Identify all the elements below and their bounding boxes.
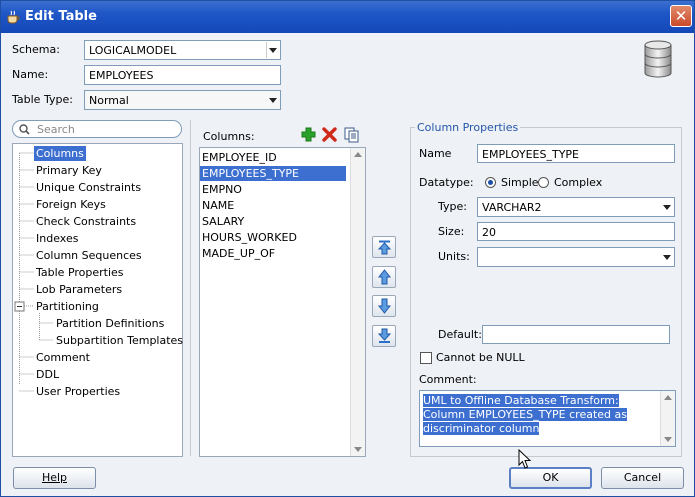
chevron-down-icon bbox=[266, 42, 279, 58]
comment-scrollbar[interactable] bbox=[660, 391, 675, 446]
nav-item-ddl[interactable]: DDL bbox=[36, 368, 59, 381]
database-icon bbox=[644, 40, 672, 78]
nav-item-table-properties[interactable]: Table Properties bbox=[36, 266, 124, 279]
table-name-value: EMPLOYEES bbox=[89, 69, 154, 82]
nav-item-user-properties[interactable]: User Properties bbox=[36, 385, 120, 398]
cancel-button[interactable]: Cancel bbox=[601, 467, 684, 489]
remove-icon[interactable] bbox=[322, 127, 337, 142]
copy-icon[interactable] bbox=[344, 127, 360, 143]
chevron-down-icon bbox=[661, 249, 673, 265]
column-item[interactable]: SALARY bbox=[202, 215, 244, 228]
nav-item-columns[interactable]: Columns bbox=[34, 146, 86, 161]
ok-button-label: OK bbox=[542, 471, 559, 484]
move-up-button[interactable] bbox=[372, 266, 396, 288]
schema-dropdown[interactable]: LOGICALMODEL bbox=[84, 40, 281, 60]
schema-value: LOGICALMODEL bbox=[89, 44, 177, 57]
type-dropdown[interactable]: VARCHAR2 bbox=[477, 197, 675, 217]
size-field[interactable]: 20 bbox=[477, 222, 675, 241]
size-label: Size: bbox=[438, 225, 465, 238]
column-item[interactable]: EMPNO bbox=[202, 183, 242, 196]
name-label: Name: bbox=[12, 68, 49, 81]
add-icon[interactable] bbox=[301, 127, 316, 142]
close-icon: ✕ bbox=[674, 7, 688, 25]
size-value: 20 bbox=[482, 226, 496, 239]
scroll-up-icon[interactable] bbox=[351, 148, 365, 162]
splitter[interactable] bbox=[190, 120, 191, 456]
nav-item-foreign-keys[interactable]: Foreign Keys bbox=[36, 198, 106, 211]
column-item[interactable]: HOURS_WORKED bbox=[202, 231, 297, 244]
column-item-selected[interactable]: EMPLOYEES_TYPE bbox=[200, 166, 346, 181]
nav-item-indexes[interactable]: Indexes bbox=[36, 232, 78, 245]
units-dropdown[interactable] bbox=[477, 247, 675, 267]
chevron-down-icon bbox=[267, 92, 279, 108]
column-name-value: EMPLOYEES_TYPE bbox=[482, 148, 579, 161]
window-title: Edit Table bbox=[25, 9, 97, 24]
type-label: Type: bbox=[438, 200, 467, 213]
nav-item-unique-constraints[interactable]: Unique Constraints bbox=[36, 181, 141, 194]
simple-label: Simple bbox=[501, 176, 539, 189]
cancel-button-label: Cancel bbox=[623, 471, 662, 484]
nav-item-primary-key[interactable]: Primary Key bbox=[36, 164, 102, 177]
nav-item-check-constraints[interactable]: Check Constraints bbox=[36, 215, 136, 228]
column-item[interactable]: MADE_UP_OF bbox=[202, 247, 275, 260]
type-value: VARCHAR2 bbox=[482, 201, 542, 214]
scroll-up-icon[interactable] bbox=[661, 391, 675, 405]
search-placeholder: Search bbox=[37, 123, 75, 136]
arrow-up-icon bbox=[377, 269, 392, 285]
complex-radio[interactable] bbox=[538, 177, 549, 188]
comment-textarea[interactable]: UML to Offline Database Transform: Colum… bbox=[419, 390, 676, 447]
table-type-label: Table Type: bbox=[12, 93, 73, 106]
nav-item-partition-definitions[interactable]: Partition Definitions bbox=[56, 317, 164, 330]
nav-item-comment[interactable]: Comment bbox=[36, 351, 90, 364]
ok-button[interactable]: OK bbox=[509, 467, 592, 489]
not-null-checkbox[interactable] bbox=[420, 352, 432, 364]
units-label: Units: bbox=[438, 250, 470, 263]
arrow-down-icon bbox=[377, 298, 392, 314]
search-input[interactable]: Search bbox=[12, 120, 182, 138]
datatype-label: Datatype: bbox=[419, 176, 474, 189]
move-down-button[interactable] bbox=[372, 295, 396, 317]
move-to-top-button[interactable] bbox=[372, 236, 396, 258]
prop-name-label: Name bbox=[419, 147, 452, 160]
columns-list: EMPLOYEE_ID EMPLOYEES_TYPE EMPNO NAME SA… bbox=[199, 147, 366, 457]
coffee-cup-icon bbox=[7, 10, 20, 24]
nav-item-partitioning[interactable]: Partitioning bbox=[36, 300, 99, 313]
columns-header: Columns: bbox=[203, 130, 255, 143]
comment-label: Comment: bbox=[419, 373, 477, 386]
title-bar[interactable]: Edit Table ✕ bbox=[1, 1, 694, 33]
simple-radio[interactable] bbox=[485, 177, 496, 188]
help-button[interactable]: Help bbox=[13, 467, 96, 489]
default-label: Default: bbox=[438, 328, 482, 341]
complex-label: Complex bbox=[554, 176, 603, 189]
chevron-down-icon bbox=[661, 199, 673, 215]
schema-label: Schema: bbox=[12, 43, 60, 56]
search-icon bbox=[19, 124, 30, 135]
default-field[interactable] bbox=[482, 325, 670, 344]
scroll-down-icon[interactable] bbox=[351, 442, 365, 456]
column-item[interactable]: EMPLOYEE_ID bbox=[202, 151, 277, 164]
mouse-cursor-icon bbox=[518, 449, 532, 469]
columns-scrollbar[interactable] bbox=[350, 148, 365, 456]
move-to-bottom-button[interactable] bbox=[372, 325, 396, 347]
column-properties-title: Column Properties bbox=[415, 121, 521, 134]
help-button-label: Help bbox=[41, 471, 68, 484]
column-name-field[interactable]: EMPLOYEES_TYPE bbox=[477, 144, 675, 163]
navigation-tree: Columns Primary Key Unique Constraints F… bbox=[12, 143, 183, 457]
comment-value: UML to Offline Database Transform: Colum… bbox=[423, 394, 627, 435]
not-null-label: Cannot be NULL bbox=[436, 351, 525, 364]
arrow-top-icon bbox=[377, 240, 392, 255]
column-item[interactable]: NAME bbox=[202, 199, 234, 212]
table-type-value: Normal bbox=[89, 94, 129, 107]
nav-item-lob-parameters[interactable]: Lob Parameters bbox=[36, 283, 122, 296]
nav-item-column-sequences[interactable]: Column Sequences bbox=[36, 249, 142, 262]
edit-table-dialog: Edit Table ✕ Schema: LOGICALMODEL Name: … bbox=[0, 0, 695, 497]
table-name-field[interactable]: EMPLOYEES bbox=[84, 65, 281, 85]
table-type-dropdown[interactable]: Normal bbox=[84, 90, 281, 110]
close-button[interactable]: ✕ bbox=[670, 5, 692, 27]
scroll-down-icon[interactable] bbox=[661, 432, 675, 446]
arrow-bottom-icon bbox=[377, 328, 392, 343]
nav-item-subpartition-templates[interactable]: Subpartition Templates bbox=[56, 334, 183, 347]
